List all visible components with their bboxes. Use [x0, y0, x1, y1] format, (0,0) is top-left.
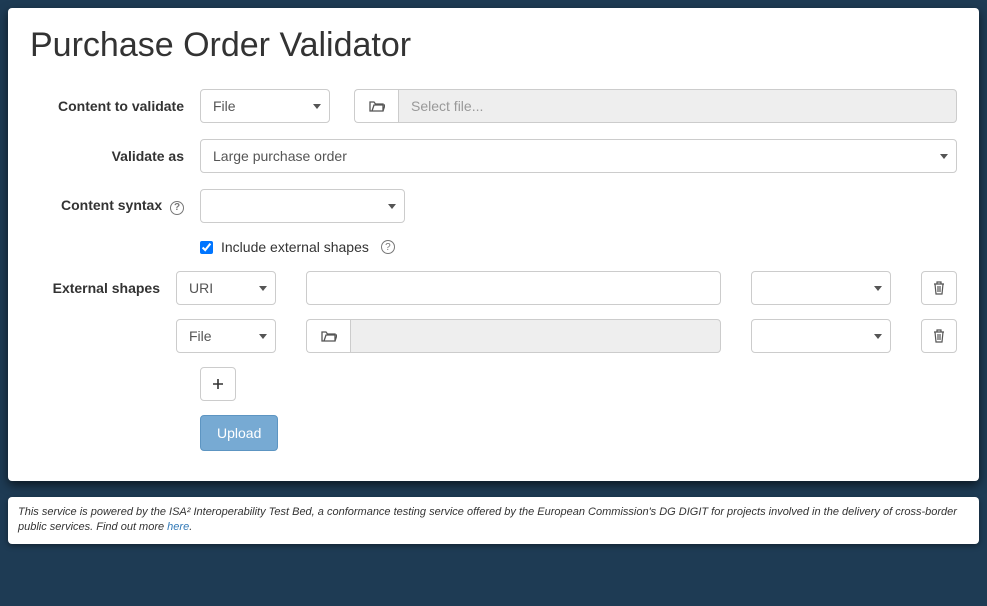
include-external-label: Include external shapes	[221, 239, 369, 255]
external-add-button[interactable]	[200, 367, 236, 401]
external-delete-button[interactable]	[921, 319, 957, 353]
external-file-display[interactable]	[350, 319, 721, 353]
page-title: Purchase Order Validator	[30, 26, 957, 65]
content-file-display[interactable]: Select file...	[398, 89, 957, 123]
external-source-select[interactable]: File	[176, 319, 276, 353]
help-icon[interactable]: ?	[381, 240, 395, 254]
folder-open-icon	[321, 329, 337, 343]
external-syntax-select[interactable]	[751, 319, 891, 353]
external-shapes-row-2: File	[30, 319, 957, 353]
caret-down-icon	[874, 334, 882, 339]
content-file-group: Select file...	[354, 89, 957, 123]
content-file-browse-button[interactable]	[354, 89, 398, 123]
label-content-syntax: Content syntax ?	[30, 197, 200, 215]
content-source-selected: File	[213, 98, 307, 114]
external-source-select[interactable]: URI	[176, 271, 276, 305]
caret-down-icon	[388, 204, 396, 209]
caret-down-icon	[874, 286, 882, 291]
label-validate-as: Validate as	[30, 148, 200, 164]
caret-down-icon	[259, 334, 267, 339]
external-uri-input[interactable]	[306, 271, 721, 305]
include-external-row: Include external shapes ?	[200, 239, 957, 255]
row-content-syntax: Content syntax ?	[30, 189, 957, 223]
content-source-select[interactable]: File	[200, 89, 330, 123]
label-content-to-validate: Content to validate	[30, 98, 200, 114]
external-file-browse-button[interactable]	[306, 319, 350, 353]
caret-down-icon	[259, 286, 267, 291]
folder-open-icon	[369, 99, 385, 113]
main-card: Purchase Order Validator Content to vali…	[8, 8, 979, 481]
include-external-checkbox[interactable]	[200, 241, 213, 254]
footer-text: This service is powered by the ISA² Inte…	[18, 506, 957, 533]
upload-row: Upload	[30, 415, 957, 451]
caret-down-icon	[940, 154, 948, 159]
caret-down-icon	[313, 104, 321, 109]
footer-card: This service is powered by the ISA² Inte…	[8, 497, 979, 544]
trash-icon	[933, 281, 945, 295]
external-syntax-select[interactable]	[751, 271, 891, 305]
validate-as-selected: Large purchase order	[213, 148, 934, 164]
trash-icon	[933, 329, 945, 343]
footer-suffix: .	[189, 521, 192, 533]
validate-as-select[interactable]: Large purchase order	[200, 139, 957, 173]
row-content-to-validate: Content to validate File Select file...	[30, 89, 957, 123]
row-validate-as: Validate as Large purchase order	[30, 139, 957, 173]
content-syntax-select[interactable]	[200, 189, 405, 223]
footer-link[interactable]: here	[167, 521, 189, 533]
help-icon[interactable]: ?	[170, 201, 184, 215]
external-delete-button[interactable]	[921, 271, 957, 305]
upload-button[interactable]: Upload	[200, 415, 278, 451]
label-external-shapes: External shapes	[30, 280, 176, 296]
external-shapes-add-row	[30, 367, 957, 401]
external-file-group	[306, 319, 721, 353]
external-shapes-row-1: External shapes URI	[30, 271, 957, 305]
plus-icon	[212, 378, 224, 390]
